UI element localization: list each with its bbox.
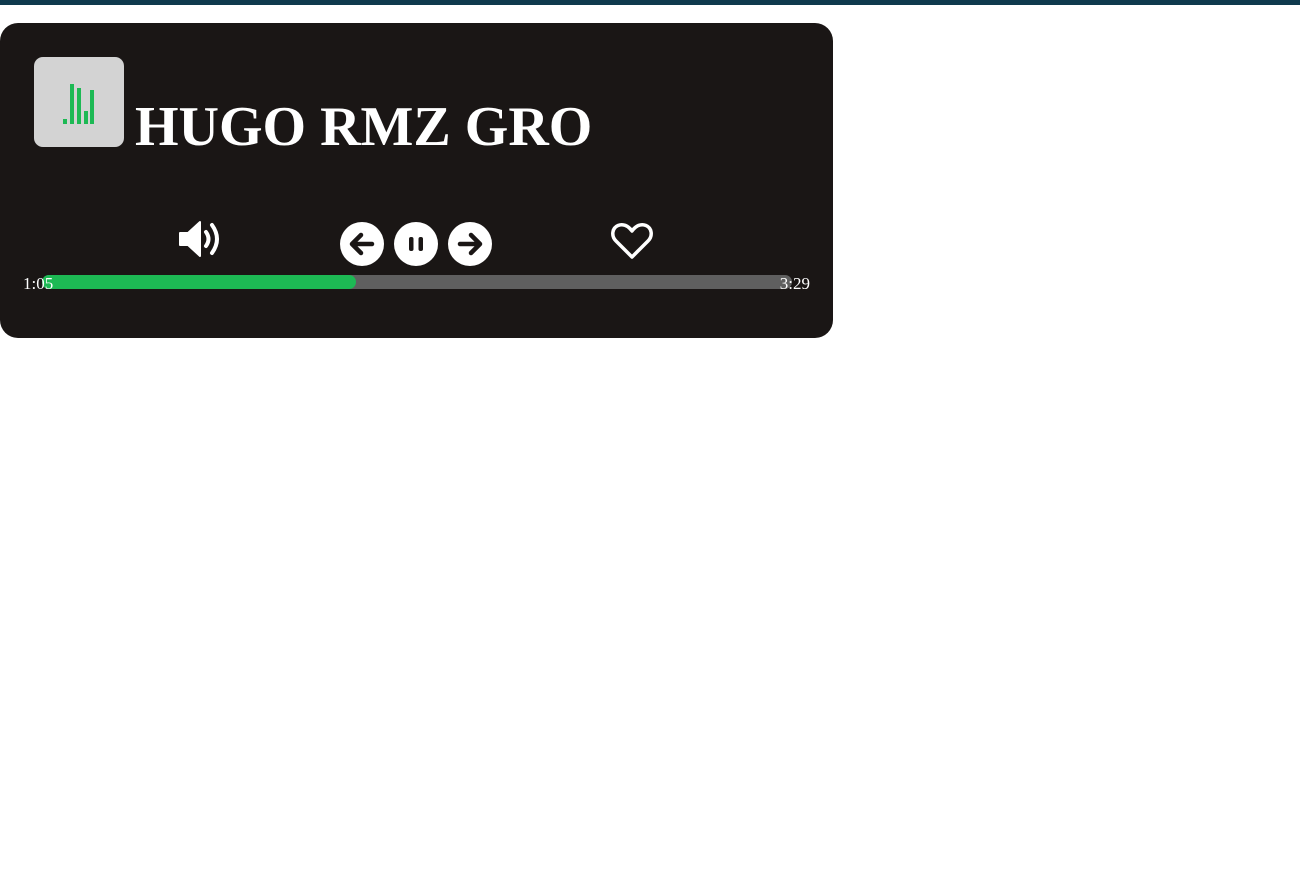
elapsed-time: 1:05: [23, 274, 54, 293]
pause-circle-icon: [394, 222, 438, 266]
progress-fill: [42, 275, 356, 289]
previous-button[interactable]: [340, 222, 384, 266]
volume-button[interactable]: [177, 219, 223, 259]
arrow-left-circle-icon: [340, 222, 384, 266]
pause-button[interactable]: [394, 222, 438, 266]
like-button[interactable]: [610, 221, 654, 261]
arrow-right-circle-icon: [448, 222, 492, 266]
music-player-card: HUGO RMZ GRO 1:05 3:29: [0, 23, 833, 338]
volume-up-icon: [179, 221, 219, 257]
track-title: HUGO RMZ GRO: [135, 96, 593, 158]
equalizer-bars-icon: [63, 84, 94, 124]
top-stripe: [0, 0, 1300, 5]
heart-outline-icon: [611, 222, 653, 259]
album-art: [34, 57, 124, 147]
next-button[interactable]: [448, 222, 492, 266]
progress-bar[interactable]: [42, 275, 792, 289]
total-time: 3:29: [779, 274, 810, 293]
